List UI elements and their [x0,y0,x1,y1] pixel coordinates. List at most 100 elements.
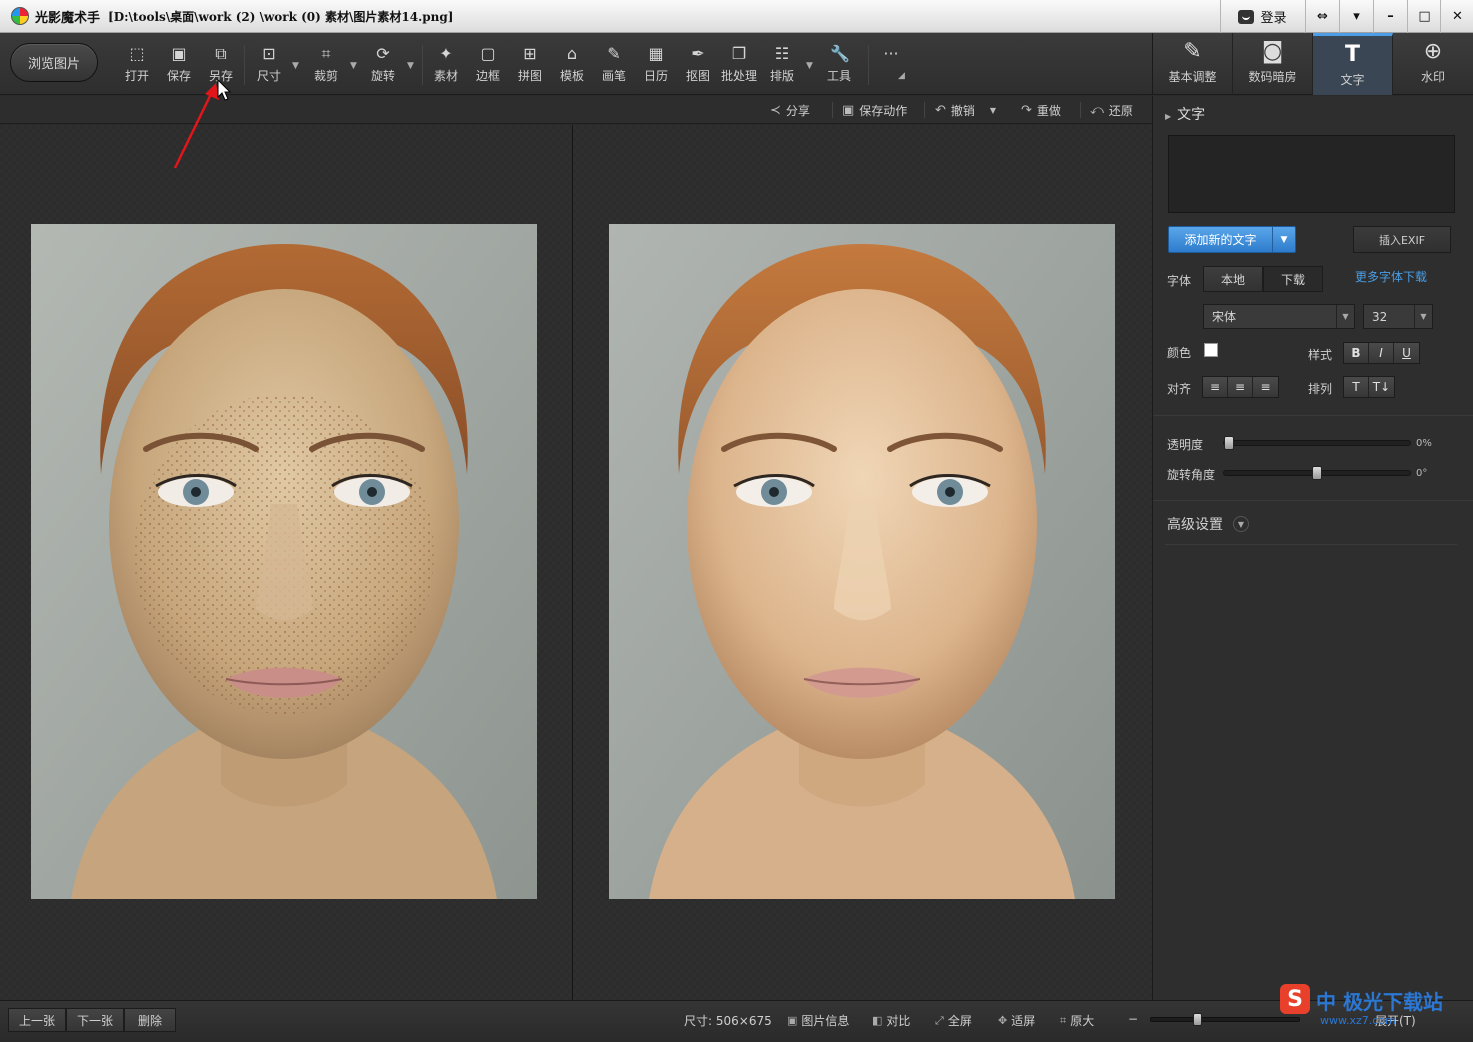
compare-button[interactable]: ◧ 对比 [872,1012,910,1029]
calendar-icon: ▦ [648,44,664,63]
align-right-icon[interactable]: ≡ [1253,377,1278,397]
collage-button[interactable]: ⊞ 拼图 [510,43,550,87]
main-toolbar: 浏览图片 ⬚ 打开 ▣ 保存 ⧉ 另存 ⊡ 尺寸 ▼ ⌗ 裁剪 ▼ ⟳ 旋转 ▼ ✦ 素材 ▢… [0,33,1152,95]
more-fonts-link[interactable]: 更多字体下载 [1355,268,1427,285]
undo-button[interactable]: ↶ 撤销 ▼ [935,100,996,120]
skin-button[interactable]: ⇔ [1305,0,1339,33]
opacity-slider[interactable] [1223,436,1411,450]
redo-button[interactable]: ↷ 重做 [1021,100,1061,120]
add-text-button[interactable]: 添加新的文字 ▼ [1168,226,1296,253]
layout-dropdown-icon[interactable]: ▼ [806,61,813,71]
insert-exif-button[interactable]: 插入EXIF [1353,226,1451,253]
restore-button[interactable]: ⤺ 还原 [1090,100,1133,120]
border-button[interactable]: ▢ 边框 [468,43,508,87]
zoom-slider-thumb[interactable] [1193,1013,1202,1026]
resize-dropdown-icon[interactable]: ▼ [292,61,299,71]
image-info-icon: ▣ [787,1014,798,1027]
underline-button[interactable]: U [1394,343,1419,363]
align-left-icon[interactable]: ≡ [1203,377,1228,397]
compare-divider [572,125,573,1000]
delete-button[interactable]: 删除 [124,1008,176,1032]
advanced-settings-toggle[interactable]: 高级设置 ▼ [1167,514,1249,534]
tab-darkroom[interactable]: ◙ 数码暗房 [1233,33,1313,95]
resize-button[interactable]: ⊡ 尺寸 [249,43,289,87]
zoom-out-button[interactable]: − [1128,1012,1138,1026]
section-divider [1153,415,1473,416]
maximize-button[interactable]: □ [1407,0,1441,33]
italic-button[interactable]: I [1369,343,1394,363]
share-button[interactable]: ≺ 分享 [770,100,810,120]
menu-button[interactable]: ▾ [1339,0,1373,33]
calendar-button[interactable]: ▦ 日历 [636,43,676,87]
crop-dropdown-icon[interactable]: ▼ [350,61,357,71]
panel-tabs: ✎ 基本调整 ◙ 数码暗房 T 文字 ⊕ 水印 [1152,33,1473,95]
toolbar-expand-icon[interactable]: ◢ [898,71,905,81]
opacity-slider-thumb[interactable] [1224,436,1234,450]
material-button[interactable]: ✦ 素材 [426,43,466,87]
vertical-text-icon[interactable]: T↓ [1369,377,1394,397]
horizontal-text-icon[interactable]: T [1344,377,1369,397]
zoom-slider[interactable] [1150,1013,1300,1026]
font-family-select[interactable]: 宋体 ▼ [1203,304,1355,329]
action-divider [832,102,833,118]
login-button[interactable]: 登录 [1220,0,1304,33]
action-bar: ≺ 分享 ▣ 保存动作 ↶ 撤销 ▼ ↷ 重做 ⤺ 还原 [0,96,1152,124]
share-label: 分享 [785,103,810,118]
add-text-label[interactable]: 添加新的文字 [1169,227,1273,252]
color-swatch[interactable] [1204,343,1218,357]
open-button[interactable]: ⬚ 打开 [117,43,157,87]
fit-screen-button[interactable]: ✥ 适屏 [998,1012,1035,1029]
brush-button[interactable]: ✎ 画笔 [594,43,634,87]
cutout-button[interactable]: ✒ 抠图 [678,43,718,87]
text-input-area[interactable] [1168,135,1455,213]
font-size-select[interactable]: 32 ▼ [1363,304,1433,329]
batch-button[interactable]: ❐ 批处理 [719,43,759,87]
crop-button[interactable]: ⌗ 裁剪 [306,43,346,87]
browse-images-button[interactable]: 浏览图片 [10,43,98,82]
original-size-button[interactable]: ⌗ 原大 [1060,1012,1094,1029]
rotation-label: 旋转角度 [1167,468,1216,482]
bold-button[interactable]: B [1344,343,1369,363]
opacity-label: 透明度 [1167,438,1204,452]
redo-icon: ↷ [1021,102,1032,118]
fullscreen-label: 全屏 [947,1014,972,1028]
save-as-button[interactable]: ⧉ 另存 [201,43,241,87]
minimize-button[interactable]: – [1373,0,1407,33]
fullscreen-button[interactable]: ⤢ 全屏 [935,1012,972,1029]
status-bar: 上一张 下一张 删除 尺寸: 506×675 ▣ 图片信息 ◧ 对比 ⤢ 全屏 ✥ 适屏… [0,1000,1473,1042]
align-center-icon[interactable]: ≡ [1228,377,1253,397]
save-as-label: 另存 [208,69,233,83]
undo-dropdown-icon[interactable]: ▼ [990,106,996,115]
open-icon: ⬚ [129,44,145,63]
rotation-slider-thumb[interactable] [1312,466,1322,480]
image-info-label: 图片信息 [801,1014,850,1028]
save-action-button[interactable]: ▣ 保存动作 [842,100,907,120]
tab-text[interactable]: T 文字 [1313,33,1393,95]
toolbar-divider [244,45,245,85]
template-button[interactable]: ⌂ 模板 [552,43,592,87]
font-tab-local[interactable]: 本地 [1203,266,1263,292]
color-label: 颜色 [1167,346,1192,360]
tools-button[interactable]: 🔧 工具 [819,43,859,87]
layout-button[interactable]: ☷ 排版 [762,43,802,87]
more-tools-button[interactable]: ··· [871,43,911,87]
tab-label: 基本调整 [1168,70,1217,84]
next-image-button[interactable]: 下一张 [66,1008,124,1032]
font-size-value: 32 [1372,309,1388,324]
image-canvas[interactable] [0,125,1152,1000]
previous-image-button[interactable]: 上一张 [8,1008,66,1032]
tab-basic-adjust[interactable]: ✎ 基本调整 [1153,33,1233,95]
text-icon: T [1344,42,1360,67]
panel-header[interactable]: ▶ 文字 [1165,104,1205,124]
add-text-dropdown-icon[interactable]: ▼ [1273,227,1295,252]
image-info-button[interactable]: ▣ 图片信息 [787,1012,849,1029]
rotate-dropdown-icon[interactable]: ▼ [407,61,414,71]
rotation-slider[interactable] [1223,466,1411,480]
tab-watermark[interactable]: ⊕ 水印 [1393,33,1473,95]
rotate-button[interactable]: ⟳ 旋转 [363,43,403,87]
share-icon: ≺ [770,102,781,118]
save-button[interactable]: ▣ 保存 [159,43,199,87]
font-tab-download[interactable]: 下载 [1263,266,1323,292]
action-divider [1080,102,1081,118]
close-button[interactable]: ✕ [1440,0,1473,33]
